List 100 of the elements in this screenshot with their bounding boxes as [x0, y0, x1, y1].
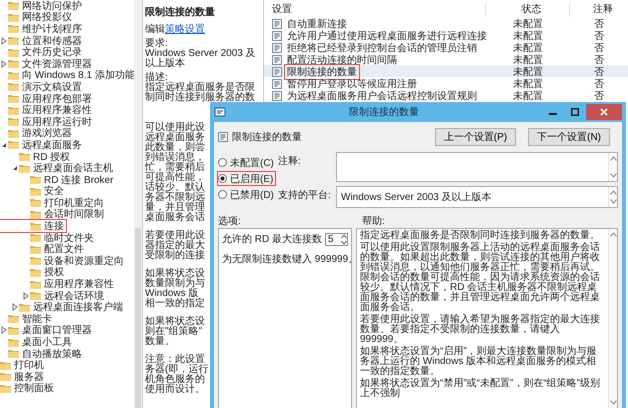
list-row[interactable]: 为远程桌面服务用户会话远程控制设置规则 未配置 否	[264, 89, 628, 101]
close-icon	[600, 108, 608, 116]
comment-field[interactable]	[336, 152, 618, 182]
folder-icon	[8, 24, 19, 34]
setting-name: 为远程桌面服务用户会话远程控制设置规则	[286, 90, 478, 103]
tree-item[interactable]: 远程桌面连接客户端	[0, 301, 125, 314]
status-cell-text: 未配置	[513, 66, 543, 78]
tree-item[interactable]: 游戏浏览器	[0, 128, 74, 140]
comment-label: 注释:	[278, 154, 301, 169]
maximize-icon	[571, 108, 579, 116]
folder-icon	[8, 82, 19, 92]
scrollbar[interactable]	[134, 0, 142, 408]
column-header[interactable]: 状态	[486, 3, 570, 17]
tree-item[interactable]: 桌面窗口管理器	[0, 324, 94, 336]
expand-arrow-icon	[0, 326, 8, 334]
folder-icon	[30, 210, 41, 219]
folder-icon	[8, 94, 19, 104]
folder-icon	[8, 128, 19, 138]
tree-item[interactable]: 应用程序兼容性	[0, 104, 94, 116]
number-field[interactable]: 5	[325, 232, 348, 246]
list-row[interactable]: 允许用户通过使用远程桌面服务进行远程连接 未配置 否	[264, 29, 628, 41]
tree-item[interactable]: 打印机重定向	[0, 197, 106, 209]
scrollbar[interactable]	[608, 187, 617, 207]
radio-button[interactable]: 已启用(E)	[218, 172, 276, 185]
collapse-arrow-icon	[11, 164, 19, 172]
tree-item[interactable]: 设备和资源重定向	[0, 255, 126, 267]
setting-name: 允许用户通过使用远程桌面服务进行远程连接	[286, 30, 488, 42]
tree-item[interactable]: 授权	[0, 266, 66, 278]
list-row[interactable]: 拒绝将已经登录到控制台会话的管理员注销 未配置 否	[264, 41, 628, 53]
tree-item[interactable]: 远程桌面服务	[0, 139, 84, 151]
list-row[interactable]: 限制连接的数量 未配置 否	[264, 65, 628, 77]
description-label: 描述:	[145, 73, 168, 83]
tree-item[interactable]: 网络访问保护	[0, 0, 84, 12]
radio-button[interactable]: 未配置(C)	[218, 156, 276, 169]
tree-item[interactable]: RD 连接 Broker	[0, 174, 116, 186]
policy-settings-link[interactable]: 策略设置	[165, 24, 205, 35]
tree-item[interactable]: RD 授权	[0, 150, 72, 162]
tree-item[interactable]: 打印机	[0, 359, 46, 371]
status-cell-text: 未配置	[513, 78, 543, 90]
folder-icon	[30, 222, 41, 231]
tree-item[interactable]: 服务器	[0, 371, 46, 383]
tree-item[interactable]: 远程桌面会话主机	[0, 162, 115, 174]
folder-icon	[8, 1, 19, 10]
folder-icon	[0, 384, 11, 393]
spinner-icon	[341, 234, 347, 244]
help-text: 如果将状态设置为“启用”，则最大连接数量限制为与服务器上运行的 Windows 版本和远程桌面服务的模式相一致的指定数量。	[360, 347, 598, 377]
close-button[interactable]	[586, 104, 622, 120]
tree-item[interactable]: 文件资源管理器	[0, 58, 94, 70]
folder-icon	[30, 175, 41, 184]
expand-arrow-icon	[0, 36, 8, 45]
tree-item[interactable]: 演示文稿设置	[0, 81, 84, 93]
scrollbar[interactable]	[608, 153, 617, 181]
options-label: 选项:	[218, 214, 241, 228]
app-icon	[214, 106, 226, 118]
help-label: 帮助:	[361, 214, 385, 228]
tree-item[interactable]: 远程会话环境	[0, 290, 106, 302]
setting-name: 拒绝将已经登录到控制台会话的管理员注销	[286, 42, 478, 54]
tree-item[interactable]: 自动播放策略	[0, 348, 84, 360]
folder-icon	[30, 291, 41, 300]
folder-icon	[30, 233, 41, 242]
folder-icon	[30, 186, 41, 196]
setting-name: 限制连接的数量	[232, 132, 302, 143]
policy-setting-icon	[218, 132, 228, 142]
folder-icon	[30, 280, 41, 289]
nav-button[interactable]: 上一个设置(P)	[434, 128, 516, 146]
description-text: 注意：此设置 务器(即，运行 机角色服务的 使用而设计。	[145, 355, 208, 395]
folder-icon	[19, 302, 30, 312]
nav-button[interactable]: 下一个设置(N)	[528, 128, 610, 146]
tree-item[interactable]: 位置和传感器	[0, 34, 84, 46]
folder-icon	[8, 326, 19, 335]
tree-item[interactable]: 应用程序运行时	[0, 116, 94, 128]
tree-item[interactable]: 连接	[0, 220, 66, 232]
comment-cell-text: 否	[594, 18, 604, 31]
tree-item[interactable]: 智能卡	[0, 313, 54, 325]
platform-field: Windows Server 2003 及以上版本	[336, 186, 618, 208]
scrollbar[interactable]	[608, 229, 617, 408]
radio-button[interactable]: 已禁用(D)	[218, 188, 276, 201]
scrollbar-thumb[interactable]	[135, 228, 141, 408]
folder-icon	[8, 338, 19, 347]
tree-item[interactable]: 维护计划程序	[0, 23, 84, 35]
tree-item[interactable]: 临时文件夹	[0, 232, 96, 244]
tree-item[interactable]: 应用程序包部署	[0, 92, 94, 104]
status-cell-text: 未配置	[513, 18, 543, 30]
tree-item[interactable]: 网络投影仪	[0, 12, 74, 24]
tree-item[interactable]: 控制面板	[0, 382, 56, 394]
list-row[interactable]: 自动重新连接 未配置 否	[264, 17, 628, 29]
folder-icon	[30, 198, 41, 208]
tree-item[interactable]: 会话时间限制	[0, 208, 106, 220]
help-text: 指定远程桌面服务是否限制同时连接到服务器的数量。	[360, 231, 601, 241]
tree-item[interactable]: 配置文件	[0, 243, 86, 256]
description-text: 如果将状态设 则在"组策略" 数量。	[145, 317, 205, 347]
list-row[interactable]: 暂停用户登录以等候应用注册 未配置 否	[264, 77, 628, 89]
column-header[interactable]: 注释	[570, 3, 628, 17]
folder-icon	[8, 48, 19, 57]
column-header[interactable]: 设置	[264, 3, 486, 17]
tree-item[interactable]: 应用程序兼容性	[0, 278, 116, 290]
tree-item[interactable]: 文件历史记录	[0, 46, 84, 58]
tree-item[interactable]: 安全	[0, 186, 66, 198]
list-row[interactable]: 配置活动连接的时间间隔 未配置 否	[264, 53, 628, 65]
tree-item[interactable]: 桌面小工具	[0, 336, 74, 348]
